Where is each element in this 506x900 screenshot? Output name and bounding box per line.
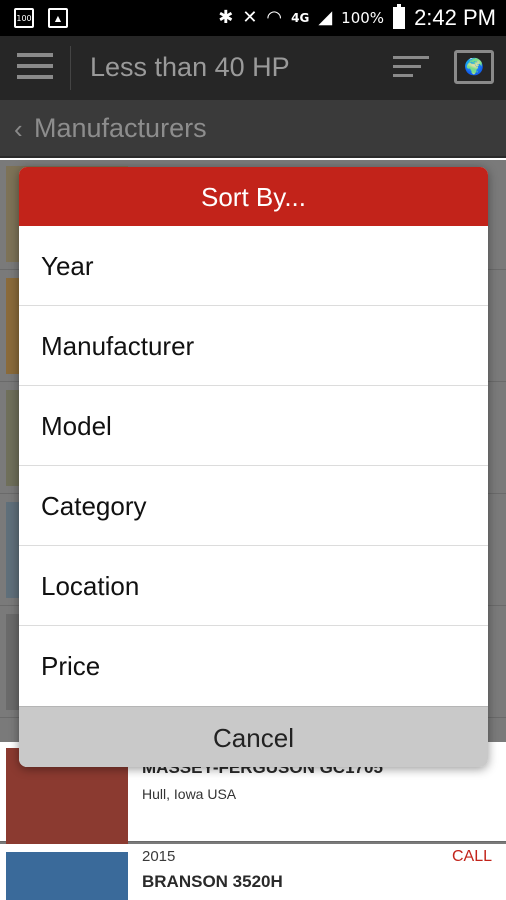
cancel-button[interactable]: Cancel bbox=[19, 706, 488, 767]
action-bar: Less than 40 HP 🌍 bbox=[0, 36, 506, 100]
sim-icon: 100 bbox=[14, 8, 34, 28]
sort-option-price[interactable]: Price bbox=[19, 626, 488, 706]
dialog-title: Sort By... bbox=[19, 167, 488, 226]
list-item[interactable]: 2015 CALL BRANSON 3520H bbox=[0, 844, 506, 900]
page-title: Less than 40 HP bbox=[90, 52, 290, 82]
sort-dialog: Sort By... Year Manufacturer Model Categ… bbox=[19, 167, 488, 767]
status-bar: 100 ▲ ✱ ✕ ◠ 4G ◢ 100% 2:42 PM bbox=[0, 0, 506, 36]
bluetooth-icon: ✱ bbox=[218, 7, 234, 28]
map-icon[interactable]: 🌍 bbox=[454, 50, 494, 84]
breadcrumb-label[interactable]: Manufacturers bbox=[34, 113, 207, 144]
clock: 2:42 PM bbox=[414, 5, 496, 30]
divider bbox=[70, 46, 71, 90]
network-label: 4G bbox=[291, 11, 310, 25]
sort-option-category[interactable]: Category bbox=[19, 466, 488, 546]
listing-location: Hull, Iowa USA bbox=[142, 786, 237, 802]
listing-thumbnail bbox=[6, 852, 128, 900]
sort-option-location[interactable]: Location bbox=[19, 546, 488, 626]
listing-price[interactable]: CALL bbox=[452, 848, 492, 866]
image-icon: ▲ bbox=[48, 8, 68, 28]
sort-option-model[interactable]: Model bbox=[19, 386, 488, 466]
breadcrumb[interactable]: ‹ Manufacturers bbox=[0, 100, 506, 158]
mute-icon: ✕ bbox=[242, 7, 258, 28]
battery-percent: 100% bbox=[341, 9, 385, 27]
listing-year: 2015 bbox=[142, 848, 176, 865]
battery-icon bbox=[393, 4, 406, 29]
sort-option-year[interactable]: Year bbox=[19, 226, 488, 306]
signal-icon: ◢ bbox=[318, 7, 333, 28]
sort-icon[interactable] bbox=[393, 56, 429, 82]
menu-icon[interactable] bbox=[17, 53, 53, 83]
sim-label: 100 bbox=[16, 13, 32, 23]
sort-option-manufacturer[interactable]: Manufacturer bbox=[19, 306, 488, 386]
chevron-left-icon[interactable]: ‹ bbox=[14, 114, 23, 145]
wifi-icon: ◠ bbox=[266, 7, 283, 28]
listing-model: BRANSON 3520H bbox=[142, 872, 283, 891]
